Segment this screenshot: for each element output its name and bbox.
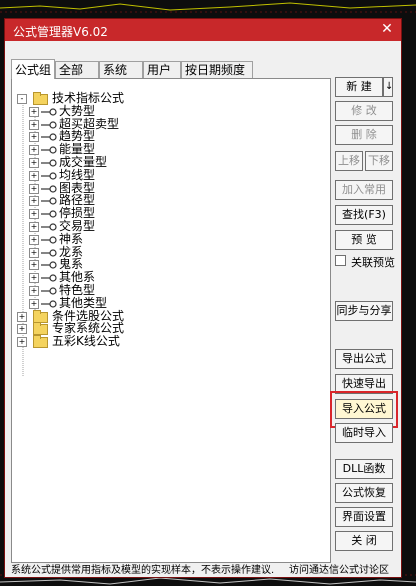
tab-all[interactable]: 全部 (55, 61, 99, 78)
arrow-down-icon: ↓ (385, 81, 394, 92)
formula-key-icon (41, 159, 57, 167)
expand-icon[interactable]: + (29, 119, 39, 130)
find-button[interactable]: 查找(F3) (335, 205, 393, 225)
expand-icon[interactable]: + (29, 170, 39, 181)
expand-icon[interactable]: + (29, 158, 39, 168)
tree-item[interactable]: + 神系 (12, 231, 328, 246)
folder-icon (33, 335, 48, 349)
tab-system[interactable]: 系统 (99, 61, 143, 78)
tree-item[interactable]: + 大势型 (12, 103, 328, 118)
export-formula-button[interactable]: 导出公式 (335, 349, 393, 369)
restore-formula-button[interactable]: 公式恢复 (335, 483, 393, 503)
new-dropdown-button[interactable]: ↓ (383, 77, 393, 97)
ui-settings-button[interactable]: 界面设置 (335, 507, 393, 527)
preview-button[interactable]: 预 览 (335, 230, 393, 250)
window-title: 公式管理器V6.02 (13, 25, 108, 39)
tree-root[interactable]: + 五彩K线公式 (12, 334, 328, 349)
import-formula-button[interactable]: 导入公式 (335, 399, 393, 419)
formula-key-icon (41, 197, 57, 205)
collapse-icon[interactable]: - (17, 94, 27, 104)
tree-node-label: 五彩K线公式 (52, 334, 120, 349)
expand-icon[interactable]: + (29, 247, 39, 258)
formula-key-icon (41, 108, 57, 116)
add-common-button[interactable]: 加入常用 (335, 180, 393, 200)
dll-functions-button[interactable]: DLL函数 (335, 459, 393, 479)
status-text: 系统公式提供常用指标及模型的实现样本，不表示操作建议. (11, 565, 275, 576)
expand-icon[interactable]: + (29, 234, 39, 245)
tree-node-label: 神系 (59, 231, 84, 246)
folder-icon (33, 309, 48, 323)
formula-key-icon (41, 300, 57, 308)
expand-icon[interactable]: + (17, 324, 27, 335)
expand-icon[interactable]: + (29, 145, 39, 156)
temp-import-button[interactable]: 临时导入 (335, 423, 393, 443)
tree-node-label: 其他类型 (59, 295, 108, 310)
formula-key-icon (41, 120, 57, 129)
sync-share-button[interactable]: 同步与分享 (335, 301, 393, 321)
formula-key-icon (41, 133, 57, 141)
expand-icon[interactable]: + (29, 183, 39, 194)
formula-key-icon (41, 274, 57, 282)
tree-node-label: 均线型 (59, 167, 96, 182)
delete-button[interactable]: 删 除 (335, 125, 393, 145)
status-bar: 系统公式提供常用指标及模型的实现样本，不表示操作建议. 访问通达信公式讨论区 (5, 565, 401, 577)
forum-link[interactable]: 访问通达信公式讨论区 (289, 565, 389, 577)
close-button[interactable]: 关 闭 (335, 531, 393, 551)
folder-icon (33, 322, 48, 336)
formula-key-icon (41, 210, 57, 218)
formula-key-icon (41, 172, 57, 180)
formula-key-icon (41, 287, 57, 295)
formula-tree-panel[interactable]: - 技术指标公式 + 大势型 + 超买超卖型 + 趋势型 + 能量型 + 成交量型 + 均线型 + 图表型 + 路… (11, 78, 331, 563)
expand-icon[interactable]: + (29, 273, 39, 284)
close-icon[interactable]: ✕ (379, 21, 395, 37)
linked-preview-checkbox[interactable] (335, 255, 346, 266)
formula-key-icon (41, 146, 57, 154)
expand-icon[interactable]: + (17, 337, 27, 348)
move-down-button[interactable]: 下移 (365, 151, 393, 171)
new-button[interactable]: 新 建 (335, 77, 383, 97)
folder-icon (33, 92, 48, 105)
tree-node-label: 大势型 (59, 103, 96, 118)
tree-item[interactable]: + 均线型 (12, 167, 328, 182)
tab-user[interactable]: 用户 (143, 61, 181, 78)
formula-manager-dialog: 公式管理器V6.02 ✕ 公式组 全部 系统 用户 按日期频度 - 技术指标公式 +… (4, 18, 402, 578)
expand-icon[interactable]: + (29, 106, 39, 117)
tab-by-date-frequency[interactable]: 按日期频度 (181, 61, 253, 78)
expand-icon[interactable]: + (29, 260, 39, 271)
formula-key-icon (41, 223, 57, 231)
expand-icon[interactable]: + (29, 286, 39, 296)
formula-key-icon (41, 261, 57, 269)
expand-icon[interactable]: + (29, 222, 39, 232)
expand-icon[interactable]: + (17, 311, 27, 322)
expand-icon[interactable]: + (29, 196, 39, 207)
linked-preview-label: 关联预览 (351, 256, 395, 269)
expand-icon[interactable]: + (29, 209, 39, 220)
expand-icon[interactable]: + (29, 298, 39, 309)
tab-formula-group[interactable]: 公式组 (11, 59, 55, 79)
formula-key-icon (41, 184, 57, 193)
formula-key-icon (41, 248, 57, 257)
tree-item[interactable]: + 其他类型 (12, 295, 328, 310)
title-bar[interactable]: 公式管理器V6.02 ✕ (5, 19, 401, 41)
expand-icon[interactable]: + (29, 132, 39, 143)
modify-button[interactable]: 修 改 (335, 101, 393, 121)
move-up-button[interactable]: 上移 (335, 151, 363, 171)
formula-key-icon (41, 236, 57, 244)
